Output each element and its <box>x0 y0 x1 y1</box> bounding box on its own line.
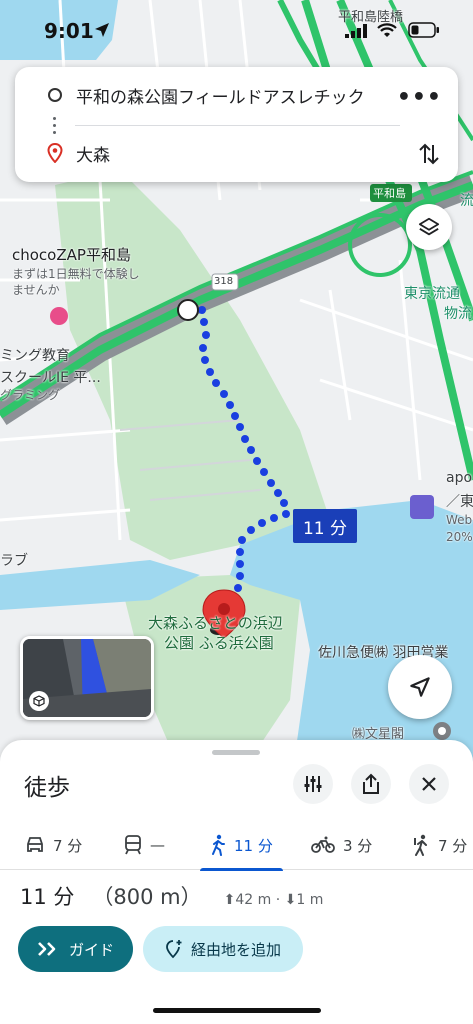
transit-icon <box>124 835 142 855</box>
summary-time: 11 分 <box>20 885 75 909</box>
choco-sub1: まずは1日無料で体験し <box>12 267 140 281</box>
tokyo-ryutsu-label-1: 東京流通 <box>404 286 460 302</box>
origin-field[interactable]: 平和の森公園フィールドアスレチック <box>76 83 365 108</box>
origin-row[interactable]: 平和の森公園フィールドアスレチック ••• <box>15 75 458 115</box>
more-options-icon[interactable]: ••• <box>397 85 442 110</box>
street-view-thumbnail[interactable] <box>20 636 154 720</box>
cellular-signal-icon <box>345 24 367 38</box>
directions-search-card: 平和の森公園フィールドアスレチック ••• 大森 <box>15 67 458 182</box>
search-divider <box>75 125 400 126</box>
add-stop-button[interactable]: 経由地を追加 <box>143 926 303 972</box>
close-icon <box>422 777 436 791</box>
heiwajima-station-label: 平和島 <box>373 187 406 200</box>
tab-bike[interactable]: 3 分 <box>311 820 372 870</box>
tab-walk[interactable]: 11 分 <box>200 820 283 871</box>
car-icon <box>25 836 45 854</box>
guide-label: ガイド <box>68 940 114 959</box>
travel-mode-tabs: 7 分 — 11 分 3 分 7 分 <box>0 820 473 871</box>
wifi-icon <box>377 23 397 37</box>
bike-icon <box>311 836 335 854</box>
route-options-button[interactable] <box>293 764 333 804</box>
destination-row[interactable]: 大森 <box>15 133 458 173</box>
street-view-cube-icon <box>29 691 49 711</box>
destination-field[interactable]: 大森 <box>76 141 110 166</box>
summary-elevation: ⬆42 m · ⬇1 m <box>223 892 324 908</box>
tab-ride[interactable]: 7 分 <box>412 820 467 870</box>
share-button[interactable] <box>351 764 391 804</box>
destination-pin-icon <box>47 143 63 163</box>
status-time: 9:01 <box>44 19 94 43</box>
choco-sub2: ませんか <box>12 283 60 297</box>
share-icon <box>363 773 379 794</box>
apo-label-1: apo <box>446 470 473 486</box>
walk-icon <box>210 834 226 856</box>
status-bar: 9:01 <box>0 0 473 62</box>
school-label-2: スクールIE 平... <box>0 370 101 386</box>
ride-time: 7 分 <box>438 836 468 855</box>
sliders-icon <box>304 776 322 792</box>
tab-transit[interactable]: — <box>124 820 165 870</box>
double-chevron-icon <box>38 942 56 956</box>
swap-icon[interactable] <box>418 141 440 167</box>
summary-distance: （800 m） <box>92 885 202 909</box>
tokyo-ryutsu-label-2: 物流 <box>444 306 472 322</box>
apo-label-3: Web <box>446 513 473 527</box>
ride-icon <box>412 834 430 856</box>
drive-time: 7 分 <box>53 836 83 855</box>
park-label-2: 公園 ふる浜公園 <box>164 634 274 652</box>
school-label-1: ミング教育 <box>0 348 70 364</box>
route-318-label: 318 <box>214 276 234 287</box>
love-label: ラブ <box>0 553 28 569</box>
battery-icon <box>408 22 439 38</box>
bike-time: 3 分 <box>343 836 373 855</box>
close-button[interactable] <box>409 764 449 804</box>
apo-label-2: ／東 <box>446 494 473 510</box>
transit-time: — <box>150 836 165 854</box>
route-duration-tag[interactable]: 11 分 <box>293 509 357 543</box>
sheet-drag-handle[interactable] <box>212 750 260 755</box>
park-label-1: 大森ふるさとの浜辺 <box>148 614 283 632</box>
navigation-arrow-icon <box>410 677 430 697</box>
choco-label[interactable]: chocoZAP平和島 <box>12 244 131 265</box>
ryu-label: 流 <box>460 193 473 209</box>
route-summary: 11 分 （800 m） ⬆42 m · ⬇1 m <box>20 881 323 911</box>
school-label-3: グラミング <box>0 388 61 402</box>
home-indicator <box>153 1008 321 1013</box>
layers-icon <box>418 217 440 236</box>
sheet-title: 徒歩 <box>24 775 70 801</box>
tab-drive[interactable]: 7 分 <box>25 820 82 870</box>
directions-sheet: 徒歩 7 分 — 11 分 3 分 7 分 11 分 （800 m） ⬆42 m… <box>0 740 473 1024</box>
walk-time: 11 分 <box>234 836 273 855</box>
location-arrow-icon <box>95 23 109 37</box>
add-location-icon <box>166 940 182 959</box>
layers-button[interactable] <box>406 204 452 250</box>
origin-circle-icon <box>48 88 62 102</box>
apo-label-4: 20% <box>446 530 473 544</box>
recenter-button[interactable] <box>388 655 452 719</box>
add-stop-label: 経由地を追加 <box>190 940 281 959</box>
guide-button[interactable]: ガイド <box>18 926 133 972</box>
